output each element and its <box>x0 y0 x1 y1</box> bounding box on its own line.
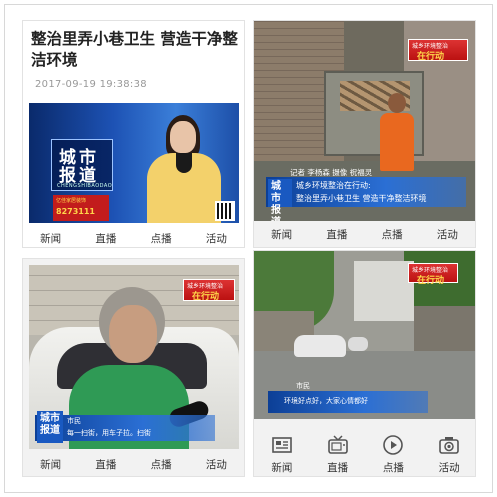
nav-live[interactable]: 直播 <box>309 227 364 242</box>
tab-activity-label: 活动 <box>438 462 460 474</box>
nav-news[interactable]: 新闻 <box>23 231 78 246</box>
video-player-worker[interactable]: 城乡环境整治 在行动 记者 李杨森 摄像 祝福灵 城市报道 城乡环境整治在行动:… <box>254 21 475 221</box>
tab-vod-label: 点播 <box>382 462 404 474</box>
parked-car-far <box>348 337 368 351</box>
article-headline: 整治里弄小巷卫生 营造干净整洁环境 <box>31 30 238 69</box>
speaker-quote: 环境好点好，大家心情都好 <box>284 397 368 405</box>
campaign-badge: 城乡环境整治 在行动 <box>408 39 468 62</box>
tab-news-label: 新闻 <box>271 462 293 474</box>
bottom-nav: 新闻 直播 点播 活动 <box>254 223 475 245</box>
speaker-label: 市民 <box>296 382 310 390</box>
icon-tab-bar: 新闻 直播 点播 活动 <box>254 427 475 475</box>
play-icon <box>383 435 404 455</box>
video-player-anchor[interactable]: 城市 报道 CHENGSHIBAODAO 亿佳家居装饰 8273111 <box>29 103 239 223</box>
apartment-building <box>354 261 414 321</box>
badge-line2: 在行动 <box>192 292 220 302</box>
speaker-label: 市民 <box>67 417 81 425</box>
tab-live-label: 直播 <box>327 462 349 474</box>
video-panel-resident: 城乡环境整治 在行动 城市报道 市民 每一扫街，用车子拉。扫街 新闻 直播 点播… <box>22 258 245 477</box>
nav-live[interactable]: 直播 <box>78 231 133 246</box>
parked-car <box>294 335 346 357</box>
sponsor-name: 亿佳家居装饰 <box>56 198 87 204</box>
nav-vod[interactable]: 点播 <box>365 227 420 242</box>
badge-line2: 在行动 <box>417 276 445 286</box>
show-logo-sub: CHENGSHIBAODAO <box>57 183 113 189</box>
tab-live[interactable]: 直播 <box>310 427 366 475</box>
resident-face <box>109 305 157 363</box>
caption-topic: 城乡环境整治在行动: <box>296 181 371 190</box>
video-panel-worker: 城乡环境整治 在行动 记者 李杨森 摄像 祝福灵 城市报道 城乡环境整治在行动:… <box>253 20 476 248</box>
nav-activity[interactable]: 活动 <box>189 457 244 472</box>
sanitation-worker <box>380 113 414 171</box>
nav-news[interactable]: 新闻 <box>254 227 309 242</box>
anchor-face <box>170 121 196 153</box>
qr-code <box>215 201 235 221</box>
tab-activity[interactable]: 活动 <box>421 427 475 475</box>
nav-activity[interactable]: 活动 <box>189 231 244 246</box>
nav-vod[interactable]: 点播 <box>134 457 189 472</box>
campaign-badge: 城乡环境整治 在行动 <box>408 263 458 286</box>
nav-activity[interactable]: 活动 <box>420 227 475 242</box>
bottom-nav: 新闻 直播 点播 活动 <box>23 453 244 475</box>
speaker-quote: 每一扫街，用车子拉。扫街 <box>67 429 151 437</box>
camera-icon <box>439 437 459 454</box>
anchor-collar <box>176 153 192 173</box>
video-player-resident[interactable]: 城乡环境整治 在行动 城市报道 市民 每一扫街，用车子拉。扫街 <box>29 265 239 449</box>
tab-vod[interactable]: 点播 <box>366 427 422 475</box>
video-player-alley[interactable]: 城乡环境整治 在行动 市民 环境好点好，大家心情都好 <box>254 251 475 419</box>
nav-vod[interactable]: 点播 <box>134 231 189 246</box>
nav-news[interactable]: 新闻 <box>23 457 78 472</box>
badge-line2: 在行动 <box>417 52 445 62</box>
worker-head <box>388 93 406 113</box>
nav-live[interactable]: 直播 <box>78 457 133 472</box>
caption-logo: 城市报道 <box>268 179 292 221</box>
tv-icon <box>327 435 348 454</box>
campaign-badge: 城乡环境整治 在行动 <box>183 279 235 302</box>
video-panel-alley: 城乡环境整治 在行动 市民 环境好点好，大家心情都好 新闻 直播 点播 活动 <box>253 250 476 477</box>
article-date: 2017-09-19 19:38:38 <box>35 79 147 90</box>
bottom-nav: 新闻 直播 点播 活动 <box>23 227 244 247</box>
article-panel: 整治里弄小巷卫生 营造干净整洁环境 2017-09-19 19:38:38 城市… <box>22 20 245 248</box>
caption-title: 整治里弄小巷卫生 营造干净整洁环境 <box>296 194 427 203</box>
newspaper-icon <box>272 437 292 453</box>
tab-news[interactable]: 新闻 <box>254 427 310 475</box>
sponsor-phone: 8273111 <box>56 207 95 216</box>
caption-logo: 城市报道 <box>37 411 63 443</box>
